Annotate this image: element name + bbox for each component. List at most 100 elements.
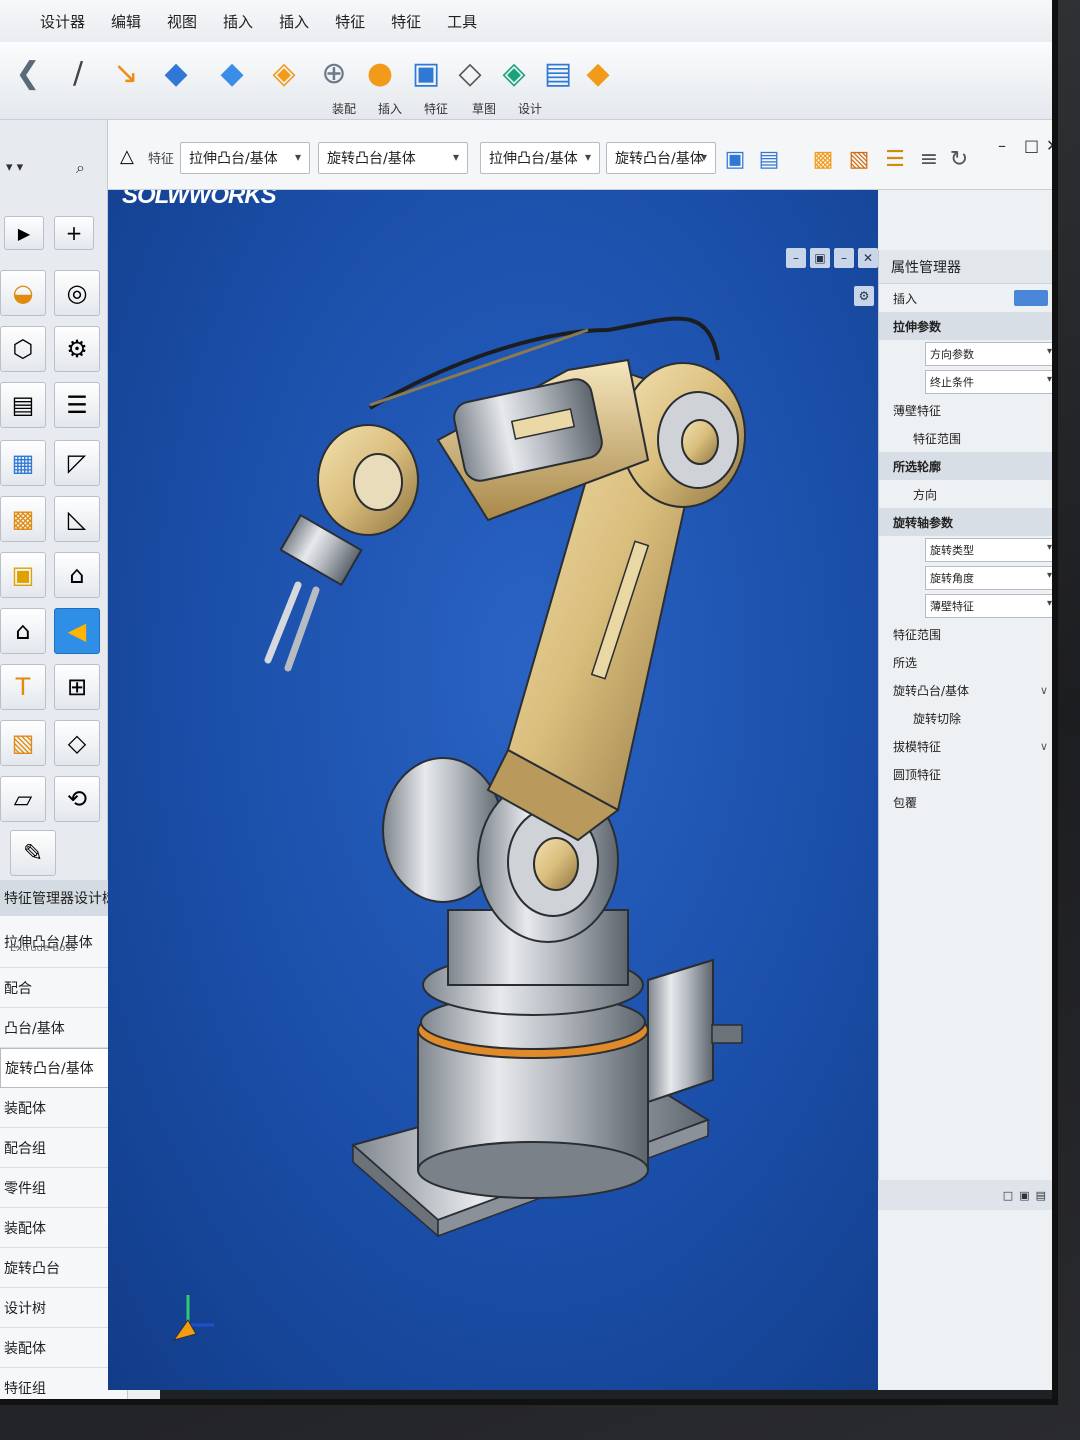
hide-show-icon[interactable]: ≡ bbox=[914, 142, 944, 176]
scene-icon[interactable]: ▧ bbox=[844, 142, 874, 176]
ribbon-tab-label[interactable]: 设计 bbox=[518, 100, 542, 117]
start-icon[interactable]: ⊞ bbox=[182, 1400, 212, 1405]
plane-diamond-icon[interactable]: ◆ bbox=[154, 52, 198, 96]
menu-item[interactable]: 设计器 bbox=[40, 11, 85, 32]
property-field-row[interactable]: 旋转角度 bbox=[879, 564, 1052, 592]
pencil-icon[interactable]: ✎ bbox=[10, 830, 56, 876]
filter-icon[interactable]: ▾ ▾ bbox=[6, 160, 23, 175]
mirror-icon[interactable]: ◆ bbox=[576, 52, 620, 96]
menu-item[interactable]: 特征 bbox=[391, 11, 421, 32]
property-row[interactable]: 特征范围 bbox=[879, 424, 1052, 452]
rib-icon[interactable]: ◈ bbox=[492, 52, 536, 96]
close-icon[interactable]: ✕ bbox=[1046, 136, 1052, 155]
smart-dimension-icon[interactable]: ◎ bbox=[54, 270, 100, 316]
property-group[interactable]: 拉伸参数 bbox=[879, 312, 1052, 340]
shoulder-hub bbox=[533, 837, 579, 891]
weldment-icon[interactable]: ▩ bbox=[0, 496, 46, 542]
menu-item[interactable]: 特征 bbox=[335, 11, 365, 32]
rotate-icon[interactable]: ⟲ bbox=[54, 776, 100, 822]
property-field-row[interactable]: 终止条件 bbox=[879, 368, 1052, 396]
property-row[interactable]: 包覆 bbox=[879, 788, 1052, 816]
property-row[interactable]: 薄壁特征 bbox=[879, 396, 1052, 424]
view-orientation-icon[interactable]: ▣ bbox=[720, 142, 750, 176]
property-field-row[interactable]: 薄壁特征 bbox=[879, 592, 1052, 620]
gear-icon[interactable]: ⚙ bbox=[54, 326, 100, 372]
part-icon[interactable]: ▦ bbox=[0, 440, 46, 486]
measure-icon[interactable]: ▧ bbox=[0, 720, 46, 766]
property-manager-title: 属性管理器 bbox=[879, 250, 1052, 284]
property-field-row[interactable]: 旋转类型 bbox=[879, 536, 1052, 564]
evaluate-icon[interactable]: ⌂ bbox=[54, 552, 100, 598]
draft-icon[interactable]: ◇ bbox=[448, 52, 492, 96]
list-icon[interactable]: ☰ bbox=[54, 382, 100, 428]
explorer-icon[interactable]: ▤ bbox=[362, 1400, 392, 1405]
display-style-icon[interactable]: ▤ bbox=[754, 142, 784, 176]
sketch-icon[interactable]: ◒ bbox=[0, 270, 46, 316]
tool-t-icon[interactable]: T bbox=[0, 664, 46, 710]
property-row[interactable]: 所选 bbox=[879, 648, 1052, 676]
property-row[interactable]: 旋转凸台/基体 ∨ bbox=[879, 676, 1052, 704]
motor-shaft bbox=[711, 1024, 743, 1044]
command-bar-label: 特征 bbox=[148, 152, 175, 167]
appearance-icon[interactable]: ▩ bbox=[808, 142, 838, 176]
blue-toggle-icon[interactable] bbox=[1014, 290, 1048, 306]
hole-wizard-icon[interactable]: ⊕ bbox=[312, 52, 356, 96]
reference-icon[interactable]: ⌂ bbox=[0, 608, 46, 654]
solidworks-taskbar-icon[interactable]: ▣ bbox=[302, 1400, 332, 1405]
rotate-view-icon[interactable]: ↻ bbox=[944, 142, 974, 176]
ribbon-tab-label[interactable]: 草图 bbox=[472, 100, 496, 117]
mold-icon[interactable]: ▣ bbox=[0, 552, 46, 598]
property-row[interactable]: 旋转切除 bbox=[879, 704, 1052, 732]
extrude-boss-dropdown-2[interactable]: 拉伸凸台/基体 bbox=[480, 142, 600, 174]
maximize-icon[interactable]: □ bbox=[1024, 136, 1039, 155]
property-group[interactable]: 旋转轴参数 bbox=[879, 508, 1052, 536]
back-arrow-icon[interactable]: ❮ bbox=[6, 52, 50, 96]
smart-dimension-icon[interactable]: ↘ bbox=[104, 52, 148, 96]
revolve-boss-icon[interactable]: ◈ bbox=[262, 52, 306, 96]
menu-item[interactable]: 插入 bbox=[223, 11, 253, 32]
revolve-boss-dropdown[interactable]: 旋转凸台/基体 bbox=[318, 142, 468, 174]
menu-item[interactable]: 编辑 bbox=[111, 11, 141, 32]
property-insert-row[interactable]: 插入 bbox=[879, 284, 1052, 312]
minimize-icon[interactable]: – bbox=[998, 136, 1006, 155]
property-row[interactable]: 特征范围 bbox=[879, 620, 1052, 648]
fillet-icon[interactable]: ● bbox=[358, 52, 402, 96]
property-row[interactable]: 拔模特征 ∨ bbox=[879, 732, 1052, 760]
grid-icon[interactable]: ⊞ bbox=[54, 664, 100, 710]
menu-item[interactable]: 插入 bbox=[279, 11, 309, 32]
ribbon-tab-label[interactable]: 插入 bbox=[378, 100, 402, 117]
sheet-metal-icon[interactable]: ◸ bbox=[54, 440, 100, 486]
extrude-boss-icon[interactable]: ◆ bbox=[210, 52, 254, 96]
extrude-boss-dropdown[interactable]: 拉伸凸台/基体 bbox=[180, 142, 310, 174]
ribbon-tab-label[interactable]: 装配 bbox=[332, 100, 356, 117]
sketch-line-icon[interactable]: ∕ bbox=[56, 52, 100, 96]
graphics-viewport[interactable]: SOLWWORKS – ▣ – ✕ ⚙ bbox=[108, 190, 878, 1390]
triad-z-axis bbox=[172, 1319, 197, 1341]
revolve-boss-dropdown-2[interactable]: 旋转凸台/基体 bbox=[606, 142, 716, 174]
surface-icon[interactable]: ◺ bbox=[54, 496, 100, 542]
ribbon-toolbar: ❮ ∕ ↘ ◆ ◆ ◈ ⊕ ● ▣ ◇ ◈ ▤ ◆ 插入 特征 草图 设计 装配 bbox=[0, 42, 1052, 120]
search-icon[interactable]: ⌕ bbox=[76, 158, 85, 178]
pattern-icon[interactable]: ▤ bbox=[536, 52, 580, 96]
section-view-icon[interactable]: ☰ bbox=[880, 142, 910, 176]
property-field-row[interactable]: 方向参数 bbox=[879, 340, 1052, 368]
property-row[interactable]: 圆顶特征 bbox=[879, 760, 1052, 788]
robot-arm-model[interactable] bbox=[108, 190, 878, 1390]
menu-item[interactable]: 视图 bbox=[167, 11, 197, 32]
eraser-icon[interactable]: ▱ bbox=[0, 776, 46, 822]
drawing-icon[interactable]: ▤ bbox=[0, 382, 46, 428]
diamond-icon[interactable]: ◇ bbox=[54, 720, 100, 766]
ribbon-tab-label[interactable]: 特征 bbox=[424, 100, 448, 117]
wrist-hub bbox=[353, 453, 403, 511]
property-group[interactable]: 所选轮廓 bbox=[879, 452, 1052, 480]
speaker-icon[interactable]: ◀ bbox=[54, 608, 100, 654]
play-icon[interactable]: ▶ bbox=[4, 216, 44, 250]
plane-icon[interactable]: ⬡ bbox=[0, 326, 46, 372]
browser-icon[interactable]: ◉ bbox=[242, 1400, 272, 1405]
menu-item-tools[interactable]: 工具 bbox=[447, 11, 477, 32]
shell-icon[interactable]: ▣ bbox=[404, 52, 448, 96]
chevron-down-icon: ∨ bbox=[1039, 683, 1048, 697]
add-icon[interactable]: + bbox=[54, 216, 94, 250]
property-row[interactable]: 方向 bbox=[879, 480, 1052, 508]
property-manager: 属性管理器 插入 拉伸参数 方向参数 终止条件 薄壁特征 特征范围 所选轮廓 方… bbox=[878, 250, 1052, 1200]
